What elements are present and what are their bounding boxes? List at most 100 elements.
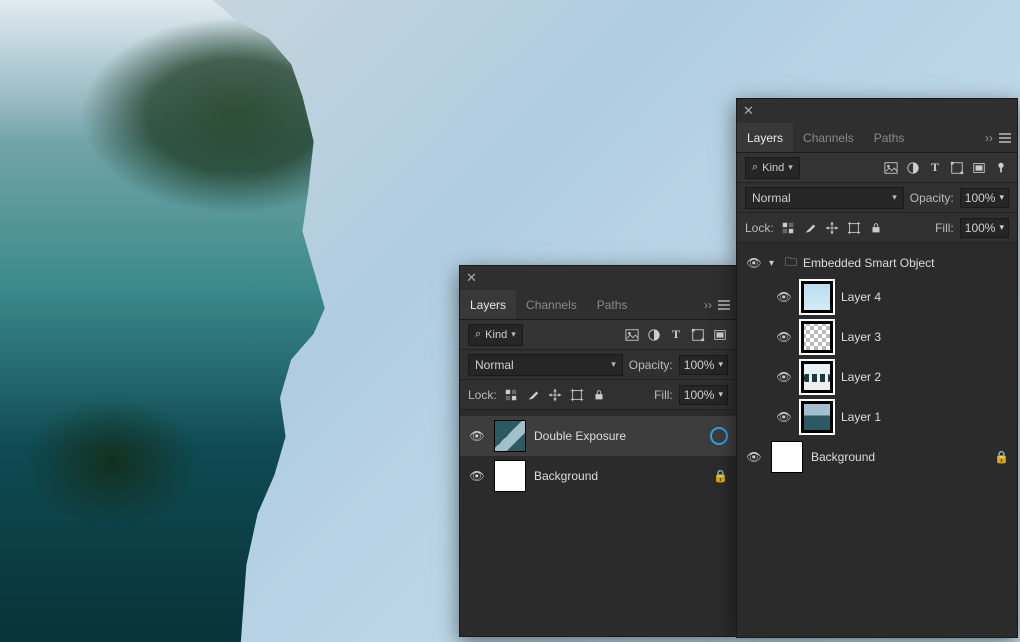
opacity-input[interactable]: 100%▾ — [960, 188, 1009, 208]
layer-row[interactable]: 👁 Layer 2 — [737, 357, 1017, 397]
opacity-label: Opacity: — [910, 191, 954, 205]
lock-pixels-icon[interactable] — [503, 387, 519, 403]
filter-kind-label: Kind — [485, 329, 507, 341]
blend-mode-value: Normal — [475, 358, 514, 372]
filter-smart-icon[interactable] — [712, 327, 728, 343]
layer-row[interactable]: 👁 Layer 1 — [737, 397, 1017, 437]
tab-paths[interactable]: Paths — [587, 290, 638, 319]
layer-thumbnail[interactable] — [801, 401, 833, 433]
filter-row: ⌕Kind▾ T — [737, 153, 1017, 183]
opacity-value: 100% — [684, 358, 715, 372]
tab-layers[interactable]: Layers — [737, 123, 793, 152]
filter-shape-icon[interactable] — [949, 160, 965, 176]
filter-image-icon[interactable] — [883, 160, 899, 176]
layer-name[interactable]: Layer 4 — [841, 290, 1009, 304]
layer-name[interactable]: Double Exposure — [534, 429, 702, 443]
lock-icon: 🔒 — [994, 450, 1009, 464]
lock-brush-icon[interactable] — [525, 387, 541, 403]
filter-adjust-icon[interactable] — [905, 160, 921, 176]
layer-name[interactable]: Layer 2 — [841, 370, 1009, 384]
layer-thumbnail[interactable] — [771, 441, 803, 473]
layers-panel-1: ✕ Layers Channels Paths ›› ⌕ Kind ▾ T Norm… — [459, 265, 737, 637]
blend-row: Normal▾ Opacity: 100%▾ — [460, 350, 736, 380]
layer-list: 👁 ▾ 🗀 Embedded Smart Object 👁 Layer 4 👁 … — [737, 243, 1017, 483]
chevron-down-icon: ▾ — [999, 192, 1004, 203]
layer-thumbnail[interactable] — [801, 321, 833, 353]
layer-thumbnail[interactable] — [801, 361, 833, 393]
filter-text-icon[interactable]: T — [668, 327, 684, 343]
panel-tabs: Layers Channels Paths ›› — [460, 290, 736, 320]
filter-toggle-icon[interactable] — [993, 160, 1009, 176]
blend-mode-value: Normal — [752, 191, 791, 205]
layer-row[interactable]: 👁 Background 🔒 — [737, 437, 1017, 477]
layer-row[interactable]: 👁 Layer 4 — [737, 277, 1017, 317]
layer-row[interactable]: 👁 Background 🔒 — [460, 456, 736, 496]
fill-value: 100% — [684, 388, 715, 402]
layer-row[interactable]: 👁 Double Exposure — [460, 416, 736, 456]
lock-brush-icon[interactable] — [802, 220, 818, 236]
close-icon[interactable]: ✕ — [743, 103, 754, 119]
lock-row: Lock: Fill: 100%▾ — [460, 380, 736, 410]
close-icon[interactable]: ✕ — [466, 270, 477, 286]
search-icon: ⌕ — [475, 328, 481, 341]
tab-paths[interactable]: Paths — [864, 123, 915, 152]
group-name[interactable]: Embedded Smart Object — [803, 256, 1009, 270]
lock-pixels-icon[interactable] — [780, 220, 796, 236]
chevron-down-icon: ▾ — [718, 389, 723, 400]
filter-shape-icon[interactable] — [690, 327, 706, 343]
panel-titlebar[interactable]: ✕ — [460, 266, 736, 290]
lock-label: Lock: — [745, 221, 774, 235]
panel-titlebar[interactable]: ✕ — [737, 99, 1017, 123]
lock-position-icon[interactable] — [824, 220, 840, 236]
layer-list: 👁 Double Exposure 👁 Background 🔒 — [460, 410, 736, 502]
filter-smart-icon[interactable] — [971, 160, 987, 176]
visibility-toggle[interactable]: 👁 — [745, 450, 763, 464]
visibility-toggle[interactable]: 👁 — [775, 370, 793, 384]
lock-artboard-icon[interactable] — [569, 387, 585, 403]
layer-group-children: 👁 Layer 4 👁 Layer 3 👁 Layer 2 👁 Layer 1 — [737, 277, 1017, 437]
visibility-toggle[interactable]: 👁 — [468, 469, 486, 483]
layer-name[interactable]: Background — [534, 469, 705, 483]
search-icon: ⌕ — [752, 161, 758, 174]
visibility-toggle[interactable]: 👁 — [745, 256, 763, 270]
tab-channels[interactable]: Channels — [516, 290, 587, 319]
visibility-toggle[interactable]: 👁 — [775, 330, 793, 344]
layer-name[interactable]: Background — [811, 450, 986, 464]
layer-thumbnail[interactable] — [494, 420, 526, 452]
blend-mode-select[interactable]: Normal ▾ — [745, 187, 904, 209]
lock-artboard-icon[interactable] — [846, 220, 862, 236]
lock-all-icon[interactable] — [868, 220, 884, 236]
fill-input[interactable]: 100%▾ — [679, 385, 728, 405]
visibility-toggle[interactable]: 👁 — [775, 290, 793, 304]
layer-row[interactable]: 👁 Layer 3 — [737, 317, 1017, 357]
lock-icon: 🔒 — [713, 469, 728, 483]
layers-panel-2: ✕ Layers Channels Paths ›› ⌕Kind▾ T Norm… — [736, 98, 1018, 638]
lock-all-icon[interactable] — [591, 387, 607, 403]
filter-row: ⌕Kind▾ T — [460, 320, 736, 350]
layer-thumbnail[interactable] — [801, 281, 833, 313]
tab-channels[interactable]: Channels — [793, 123, 864, 152]
filter-kind-select[interactable]: ⌕Kind▾ — [468, 324, 523, 346]
filter-text-icon[interactable]: T — [927, 160, 943, 176]
layer-thumbnail[interactable] — [494, 460, 526, 492]
tab-layers[interactable]: Layers — [460, 290, 516, 319]
chevron-down-icon: ▾ — [892, 192, 897, 203]
blend-mode-select[interactable]: Normal ▾ — [468, 354, 623, 376]
visibility-toggle[interactable]: 👁 — [468, 429, 486, 443]
fill-input[interactable]: 100%▾ — [960, 218, 1009, 238]
chevron-down-icon: ▾ — [611, 359, 616, 370]
opacity-value: 100% — [965, 191, 996, 205]
opacity-input[interactable]: 100%▾ — [679, 355, 728, 375]
filter-adjust-icon[interactable] — [646, 327, 662, 343]
panel-menu[interactable]: ›› — [704, 298, 736, 312]
panel-menu[interactable]: ›› — [985, 131, 1017, 145]
filter-kind-select[interactable]: ⌕Kind▾ — [745, 157, 800, 179]
layer-name[interactable]: Layer 1 — [841, 410, 1009, 424]
fill-label: Fill: — [935, 221, 954, 235]
lock-position-icon[interactable] — [547, 387, 563, 403]
layer-name[interactable]: Layer 3 — [841, 330, 1009, 344]
collapse-toggle[interactable]: ▾ — [769, 258, 779, 269]
filter-image-icon[interactable] — [624, 327, 640, 343]
visibility-toggle[interactable]: 👁 — [775, 410, 793, 424]
layer-group-header[interactable]: 👁 ▾ 🗀 Embedded Smart Object — [737, 249, 1017, 277]
